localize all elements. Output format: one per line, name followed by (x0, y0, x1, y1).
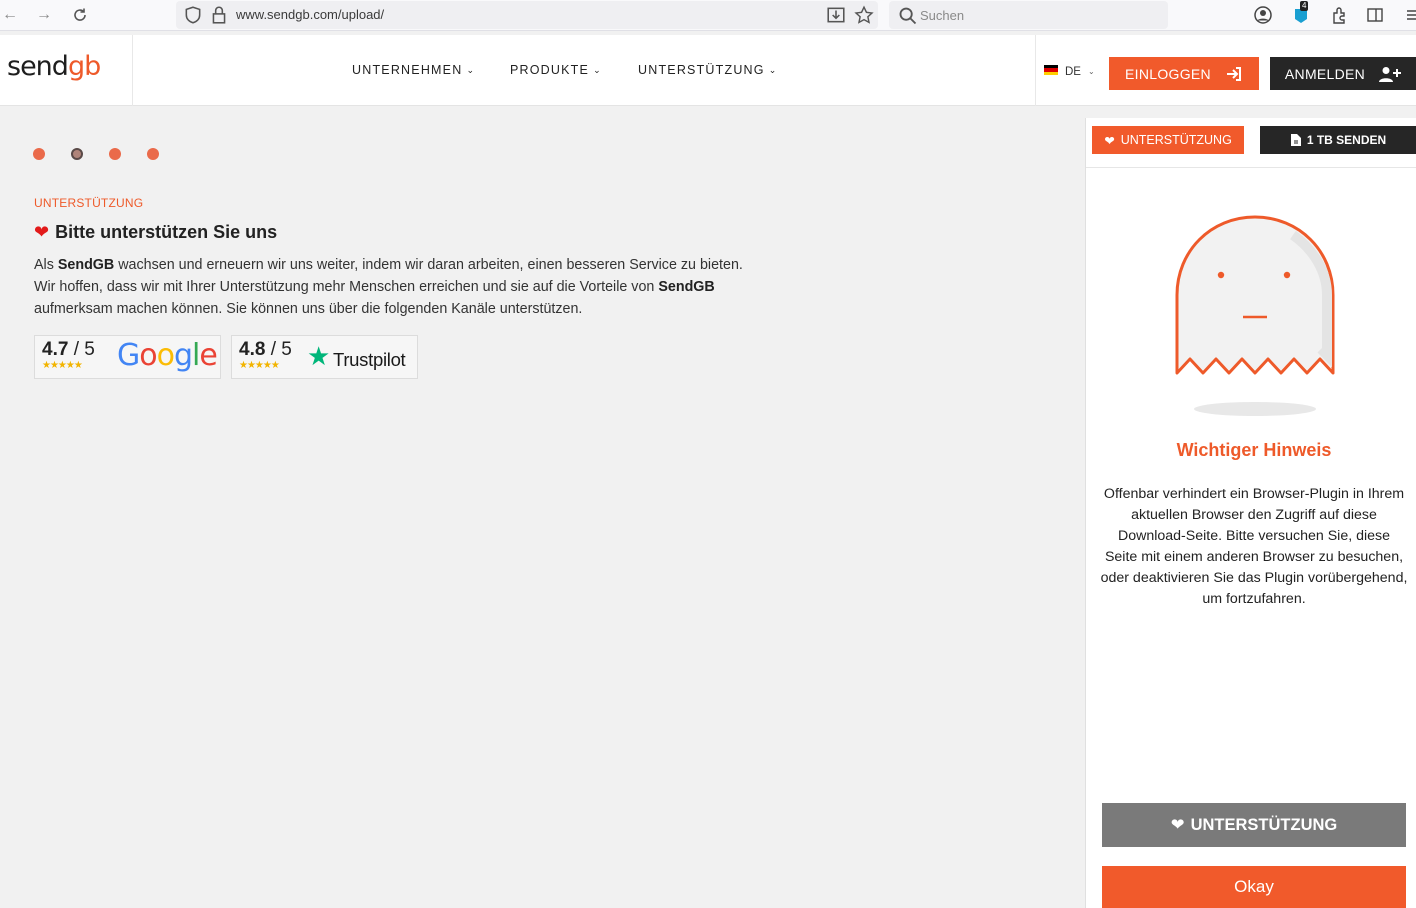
menu-label: UNTERSTÜTZUNG (638, 63, 765, 77)
browser-toolbar: ← → www.sendgb.com/upload/ Suchen 4 (0, 0, 1416, 31)
score-value: 4.8 (239, 339, 266, 360)
chevron-down-icon: ⌄ (1088, 67, 1095, 76)
brand-name: SendGB (57, 257, 115, 273)
ghost-shadow (1194, 402, 1316, 416)
section-title: ❤ Bitte unterstützen Sie uns (34, 222, 277, 243)
puzzle-icon[interactable] (1330, 5, 1350, 25)
menu-unternehmen[interactable]: UNTERNEHMEN ⌄ (352, 63, 475, 77)
account-icon[interactable] (1253, 5, 1273, 25)
body-text: wachsen und erneuern wir uns weiter, ind… (34, 257, 743, 295)
logo-gb-text: gb (67, 51, 101, 82)
shield-icon[interactable] (183, 5, 203, 25)
bookmark-star-icon[interactable] (854, 5, 874, 25)
url-bar[interactable]: www.sendgb.com/upload/ (176, 1, 878, 29)
menu-icon[interactable] (1403, 5, 1416, 25)
score-value: 4.7 (42, 339, 69, 360)
slider-dot[interactable] (109, 148, 121, 160)
heart-icon: ❤ (34, 222, 50, 242)
extension-badge: 4 (1300, 1, 1309, 11)
sidebar-icon[interactable] (1365, 5, 1385, 25)
google-rating[interactable]: 4.7 / 5 ★★★★★ Google (34, 335, 221, 379)
ghost-icon (1175, 215, 1335, 375)
heart-icon: ❤ (1170, 816, 1185, 834)
register-label: ANMELDEN (1284, 65, 1366, 82)
forward-arrow-icon[interactable]: → (34, 5, 54, 25)
panel-tabs: ❤ UNTERSTÜTZUNG 1 TB SENDEN (1086, 118, 1416, 168)
slider-dot[interactable] (147, 148, 159, 160)
body-text: aufmerksam machen können. Sie können uns… (34, 301, 583, 317)
german-flag-icon (1044, 65, 1058, 75)
chevron-down-icon: ⌄ (466, 64, 476, 75)
search-input[interactable]: Suchen (889, 1, 1168, 29)
notice-panel: ❤ UNTERSTÜTZUNG 1 TB SENDEN Wichtiger Hi… (1085, 118, 1416, 908)
brand-name: SendGB (658, 279, 715, 295)
support-button-label: UNTERSTÜTZUNG (1190, 815, 1338, 834)
search-icon (899, 7, 917, 25)
tab-support[interactable]: ❤ UNTERSTÜTZUNG (1092, 126, 1244, 154)
tab-support-label: UNTERSTÜTZUNG (1120, 133, 1232, 147)
menu-unterstuetzung[interactable]: UNTERSTÜTZUNG ⌄ (638, 63, 777, 77)
rating-score: 4.8 / 5 (239, 339, 292, 361)
slider-dot-active[interactable] (71, 148, 83, 160)
menu-produkte[interactable]: PRODUKTE ⌄ (510, 63, 602, 77)
score-max: / 5 (73, 339, 95, 360)
tab-send-label: 1 TB SENDEN (1306, 133, 1387, 147)
login-label: EINLOGGEN (1125, 65, 1211, 82)
notice-title: Wichtiger Hinweis (1176, 440, 1332, 460)
score-max: / 5 (270, 339, 292, 360)
logo-send-text: send (7, 51, 69, 82)
menu-label: UNTERNEHMEN (352, 63, 463, 77)
logo[interactable]: sendgb (0, 35, 133, 106)
user-plus-icon (1379, 66, 1402, 82)
okay-button[interactable]: Okay (1102, 866, 1406, 908)
slider-dots (33, 148, 159, 160)
section-body: Als SendGB wachsen und erneuern wir uns … (34, 254, 764, 320)
heart-icon: ❤ (1104, 133, 1115, 148)
search-placeholder: Suchen (920, 8, 965, 23)
trustpilot-star-icon: ★ (307, 341, 331, 371)
slider-dot[interactable] (33, 148, 45, 160)
language-code: DE (1065, 66, 1081, 78)
register-button[interactable]: ANMELDEN (1270, 57, 1416, 90)
chevron-down-icon: ⌄ (768, 64, 778, 75)
trustpilot-logo: Trustpilot (333, 349, 406, 370)
install-app-icon[interactable] (826, 5, 846, 25)
menu-label: PRODUKTE (510, 63, 590, 77)
login-button[interactable]: EINLOGGEN (1109, 57, 1259, 90)
back-arrow-icon[interactable]: ← (0, 5, 20, 25)
rating-stars: ★★★★★ (239, 360, 280, 371)
sign-in-icon (1226, 66, 1241, 81)
trustpilot-rating[interactable]: 4.8 / 5 ★★★★★ ★ Trustpilot (231, 335, 418, 379)
url-text: www.sendgb.com/upload/ (236, 7, 385, 22)
file-icon (1290, 134, 1301, 146)
tab-send[interactable]: 1 TB SENDEN (1260, 126, 1416, 154)
rating-score: 4.7 / 5 (42, 339, 95, 361)
chevron-down-icon: ⌄ (593, 64, 602, 75)
support-button[interactable]: ❤ UNTERSTÜTZUNG (1102, 803, 1406, 847)
rating-stars: ★★★★★ (42, 360, 83, 371)
language-selector[interactable]: DE ⌄ (1035, 35, 1103, 106)
body-text: Als (34, 257, 58, 273)
section-title-text: Bitte unterstützen Sie uns (55, 222, 278, 242)
site-header: sendgb UNTERNEHMEN ⌄ PRODUKTE ⌄ UNTERSTÜ… (0, 35, 1416, 106)
section-label: UNTERSTÜTZUNG (34, 196, 144, 210)
notice-text: Offenbar verhindert ein Browser-Plugin i… (1100, 486, 1408, 607)
lock-icon[interactable] (209, 5, 229, 25)
reload-icon[interactable] (70, 5, 90, 25)
google-logo: Google (117, 338, 218, 373)
